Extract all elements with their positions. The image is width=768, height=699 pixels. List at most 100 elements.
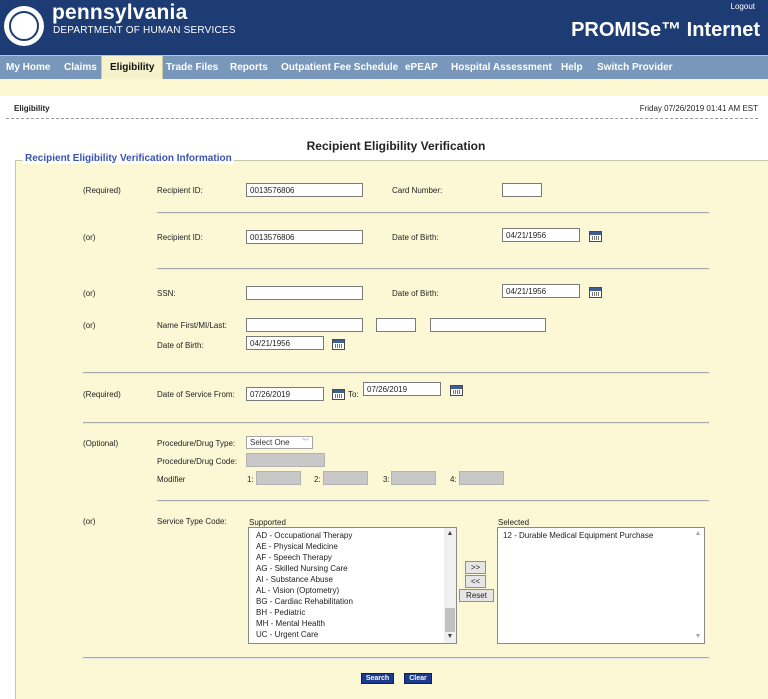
qualifier-or: (or)	[83, 321, 96, 330]
scroll-down-icon[interactable]: ▼	[444, 631, 456, 643]
clear-button[interactable]: Clear	[404, 673, 432, 684]
list-item[interactable]: BG - Cardiac Rehabilitation	[256, 597, 353, 606]
nav-outpatient-fee-schedule[interactable]: Outpatient Fee Schedule	[275, 56, 404, 80]
middle-initial-input[interactable]	[376, 318, 416, 332]
modifier-4-label: 4:	[450, 475, 457, 484]
nav-switch-provider[interactable]: Switch Provider	[591, 56, 679, 80]
supported-service-list[interactable]: AD - Occupational Therapy AE - Physical …	[248, 527, 457, 644]
nav-help[interactable]: Help	[555, 56, 589, 80]
nav-hospital-assessment[interactable]: Hospital Assessment	[445, 56, 558, 80]
date-of-birth-input[interactable]: 04/21/1956	[502, 284, 580, 298]
selected-label: Selected	[498, 518, 530, 527]
row-divider	[83, 372, 709, 374]
app-title: PROMISe™ Internet	[571, 19, 760, 41]
scroll-up-icon[interactable]: ▲	[444, 528, 456, 540]
date-of-birth-input[interactable]: 04/21/1956	[502, 228, 580, 242]
list-item[interactable]: 12 - Durable Medical Equipment Purchase	[503, 531, 653, 540]
breadcrumb-divider	[6, 118, 758, 119]
scrollbar[interactable]: ▲ ▼	[692, 528, 704, 643]
nav-reports[interactable]: Reports	[224, 56, 274, 80]
list-item[interactable]: MH - Mental Health	[256, 619, 325, 628]
supported-label: Supported	[249, 518, 286, 527]
card-number-label: Card Number:	[392, 186, 443, 195]
selected-service-list[interactable]: 12 - Durable Medical Equipment Purchase …	[497, 527, 705, 644]
first-name-input[interactable]	[246, 318, 363, 332]
row-divider	[83, 657, 709, 659]
list-item[interactable]: AI - Substance Abuse	[256, 575, 333, 584]
section-title: Recipient Eligibility Verification Infor…	[23, 153, 234, 164]
page-title: Recipient Eligibility Verification	[306, 139, 486, 153]
procedure-type-select[interactable]: Select One ﹀	[246, 436, 313, 449]
recipient-id-input[interactable]: 0013576806	[246, 230, 363, 244]
to-label: To:	[348, 390, 359, 399]
calendar-icon[interactable]	[589, 231, 602, 242]
list-item[interactable]: AG - Skilled Nursing Care	[256, 564, 348, 573]
nav-trade-files[interactable]: Trade Files	[160, 56, 224, 80]
dos-to-input[interactable]: 07/26/2019	[363, 382, 441, 396]
modifier-2-label: 2:	[314, 475, 321, 484]
qualifier-or: (or)	[83, 233, 96, 242]
scroll-up-icon[interactable]: ▲	[692, 528, 704, 540]
procedure-type-label: Procedure/Drug Type:	[157, 439, 236, 448]
add-service-button[interactable]: >>	[465, 561, 486, 574]
qualifier-optional: (Optional)	[83, 439, 119, 448]
main-nav: My Home Claims Eligibility Trade Files R…	[0, 55, 768, 80]
calendar-icon[interactable]	[589, 287, 602, 298]
modifier-1-input[interactable]	[256, 471, 301, 485]
date-of-birth-label: Date of Birth:	[392, 233, 439, 242]
calendar-icon[interactable]	[332, 339, 345, 350]
breadcrumb: Eligibility	[14, 104, 50, 113]
calendar-icon[interactable]	[332, 389, 345, 400]
dos-from-label: Date of Service From:	[157, 390, 235, 399]
scrollbar[interactable]: ▲ ▼	[444, 528, 456, 643]
nav-subband	[0, 79, 768, 96]
modifier-1-label: 1:	[247, 475, 254, 484]
list-item[interactable]: AF - Speech Therapy	[256, 553, 332, 562]
recipient-id-input[interactable]: 0013576806	[246, 183, 363, 197]
card-number-input[interactable]	[502, 183, 542, 197]
qualifier-or: (or)	[83, 289, 96, 298]
service-type-label: Service Type Code:	[157, 517, 227, 526]
list-item[interactable]: AD - Occupational Therapy	[256, 531, 352, 540]
recipient-id-label: Recipient ID:	[157, 233, 203, 242]
list-item[interactable]: BH - Pediatric	[256, 608, 305, 617]
ssn-input[interactable]	[246, 286, 363, 300]
qualifier-or: (or)	[83, 517, 96, 526]
remove-service-button[interactable]: <<	[465, 575, 486, 588]
current-datetime: Friday 07/26/2019 01:41 AM EST	[639, 104, 758, 113]
procedure-code-label: Procedure/Drug Code:	[157, 457, 238, 466]
nav-eligibility[interactable]: Eligibility	[101, 56, 164, 80]
date-of-birth-label: Date of Birth:	[392, 289, 439, 298]
row-divider	[157, 268, 709, 270]
modifier-4-input[interactable]	[459, 471, 504, 485]
date-of-birth-label: Date of Birth:	[157, 341, 204, 350]
scroll-thumb[interactable]	[445, 608, 455, 632]
modifier-3-label: 3:	[383, 475, 390, 484]
list-item[interactable]: AL - Vision (Optometry)	[256, 586, 339, 595]
modifier-2-input[interactable]	[323, 471, 368, 485]
list-item[interactable]: AE - Physical Medicine	[256, 542, 338, 551]
row-divider	[157, 500, 709, 502]
name-label: Name First/MI/Last:	[157, 321, 227, 330]
nav-claims[interactable]: Claims	[58, 56, 103, 80]
reset-button[interactable]: Reset	[459, 589, 494, 602]
row-divider	[83, 422, 709, 424]
date-of-birth-input[interactable]: 04/21/1956	[246, 336, 324, 350]
search-button[interactable]: Search	[361, 673, 394, 684]
list-item[interactable]: UC - Urgent Care	[256, 630, 318, 639]
chevron-down-icon: ﹀	[302, 439, 309, 446]
brand-name: pennsylvania	[52, 1, 188, 24]
keystone-logo-icon	[4, 6, 44, 46]
recipient-id-label: Recipient ID:	[157, 186, 203, 195]
logout-link[interactable]: Logout	[731, 2, 755, 11]
nav-epeap[interactable]: ePEAP	[399, 56, 444, 80]
last-name-input[interactable]	[430, 318, 546, 332]
dos-from-input[interactable]: 07/26/2019	[246, 387, 324, 401]
nav-my-home[interactable]: My Home	[0, 56, 56, 80]
brand-subtitle: DEPARTMENT OF HUMAN SERVICES	[53, 25, 236, 36]
modifier-3-input[interactable]	[391, 471, 436, 485]
scroll-down-icon[interactable]: ▼	[692, 631, 704, 643]
procedure-code-input[interactable]	[246, 453, 325, 467]
qualifier-required: (Required)	[83, 186, 121, 195]
calendar-icon[interactable]	[450, 385, 463, 396]
